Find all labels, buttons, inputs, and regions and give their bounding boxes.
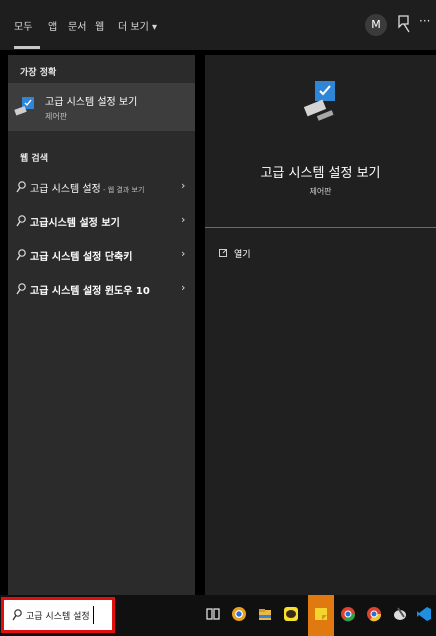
web-result-item[interactable]: 고급 시스템 설정 단축키 ›	[8, 243, 195, 267]
text-caret	[93, 606, 94, 624]
preview-subtitle: 제어판	[309, 187, 332, 196]
web-result-item[interactable]: 고급시스템 설정 보기 ›	[8, 209, 195, 233]
search-icon	[16, 249, 26, 261]
search-icon	[16, 215, 26, 227]
best-match-title: 고급 시스템 설정 보기	[45, 97, 138, 108]
divider	[205, 227, 436, 228]
results-panel: 가장 정확 고급 시스템 설정 보기 제어판 웹 검색 고급 시스템 설정 - …	[8, 55, 195, 595]
chevron-right-icon: ›	[181, 213, 186, 226]
open-icon[interactable]	[219, 249, 227, 257]
sticky-notes-icon[interactable]	[313, 606, 329, 622]
search-icon	[12, 609, 22, 621]
preview-title: 고급 시스템 설정 보기	[260, 166, 381, 181]
feedback-icon[interactable]	[397, 15, 411, 33]
search-icon	[16, 181, 26, 193]
best-match-heading: 가장 정확	[20, 68, 57, 78]
system-properties-icon	[303, 81, 335, 121]
avatar[interactable]: M	[365, 14, 387, 36]
paint-icon[interactable]	[392, 606, 408, 622]
chevron-right-icon: ›	[181, 281, 186, 294]
chrome-profile2-icon[interactable]	[366, 606, 382, 622]
web-result-label: 고급 시스템 설정	[30, 184, 101, 195]
best-match-subtitle: 제어판	[45, 112, 68, 121]
vscode-icon[interactable]	[416, 606, 432, 622]
tab-more[interactable]: 더 보기 ▾	[118, 18, 157, 33]
system-properties-icon	[14, 97, 34, 116]
web-result-label: 고급 시스템 설정 단축키	[30, 252, 133, 263]
kakaotalk-icon[interactable]	[283, 606, 299, 622]
search-query: 고급 시스템 설정	[26, 612, 90, 622]
web-result-item[interactable]: 고급 시스템 설정 윈도우 10 ›	[8, 277, 195, 301]
tab-all[interactable]: 모두	[14, 18, 32, 33]
best-match-result[interactable]: 고급 시스템 설정 보기 제어판	[8, 83, 195, 131]
more-options-icon[interactable]: ···	[419, 14, 430, 28]
open-action[interactable]: 열기	[234, 247, 251, 260]
search-input[interactable]: 고급 시스템 설정	[1, 597, 115, 633]
chevron-right-icon: ›	[181, 247, 186, 260]
web-result-label: 고급시스템 설정 보기	[30, 218, 120, 229]
preview-header: 고급 시스템 설정 보기 제어판	[205, 55, 436, 227]
tab-web[interactable]: 웹	[95, 18, 104, 33]
search-header: 모두 앱 문서 웹 더 보기 ▾ M ···	[0, 0, 436, 50]
taskbar: 고급 시스템 설정	[0, 595, 436, 636]
web-search-heading: 웹 검색	[20, 154, 48, 164]
preview-panel: 고급 시스템 설정 보기 제어판 열기	[205, 55, 436, 595]
tab-documents[interactable]: 문서	[68, 18, 86, 33]
web-result-suffix: - 웹 결과 보기	[100, 186, 145, 194]
chrome-icon[interactable]	[231, 606, 247, 622]
tab-apps[interactable]: 앱	[48, 18, 57, 33]
search-icon	[16, 283, 26, 295]
active-tab-indicator	[14, 46, 40, 49]
chrome-profile-icon[interactable]	[340, 606, 356, 622]
web-result-item[interactable]: 고급 시스템 설정 - 웹 결과 보기 ›	[8, 175, 195, 199]
chevron-right-icon: ›	[181, 179, 186, 192]
task-view-icon[interactable]	[205, 606, 221, 622]
web-result-label: 고급 시스템 설정 윈도우 10	[30, 286, 150, 297]
file-explorer-icon[interactable]	[257, 606, 273, 622]
